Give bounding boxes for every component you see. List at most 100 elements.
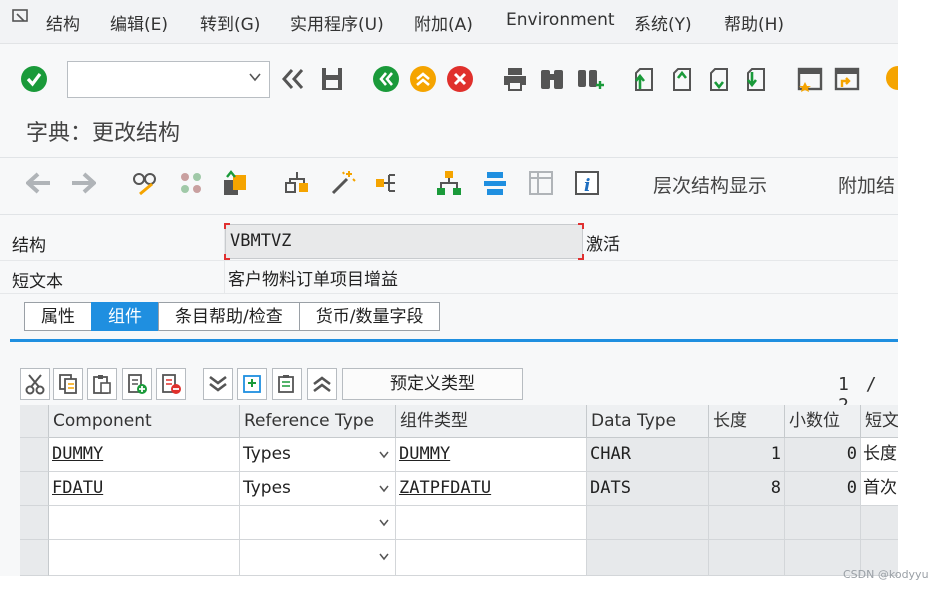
hierarchy-display-button[interactable]: 层次结构显示 (653, 171, 767, 198)
next-page-icon[interactable] (704, 64, 734, 94)
menu-structure[interactable]: 结构 (46, 10, 80, 35)
command-field[interactable] (67, 61, 270, 98)
where-used-icon[interactable] (282, 168, 312, 198)
command-input[interactable] (68, 62, 238, 97)
chevron-down-icon[interactable] (379, 519, 389, 527)
cut-icon[interactable] (20, 368, 50, 400)
column-header-short-text[interactable]: 短文 (861, 405, 898, 438)
menu-bar: 结构 编辑(E) 转到(G) 实用程序(U) 附加(A) Environment… (0, 0, 898, 44)
enter-icon[interactable] (19, 64, 49, 94)
activate-icon[interactable] (220, 168, 250, 198)
predefined-type-button[interactable]: 预定义类型 (342, 368, 523, 400)
sap-window: 结构 编辑(E) 转到(G) 实用程序(U) 附加(A) Environment… (0, 0, 898, 576)
cell-component[interactable] (49, 506, 240, 540)
cancel-icon[interactable] (445, 64, 475, 94)
cell-component[interactable] (49, 540, 240, 576)
menu-goto[interactable]: 转到(G) (200, 10, 260, 35)
delete-row-icon[interactable] (156, 368, 186, 400)
shortcut-icon[interactable] (832, 64, 862, 94)
select-table-icon[interactable] (272, 368, 302, 400)
menu-icon[interactable] (12, 9, 30, 25)
cell-short-text[interactable]: 长度 (861, 438, 898, 472)
create-session-icon[interactable] (795, 64, 825, 94)
technical-settings-icon[interactable] (480, 168, 510, 198)
paste-icon[interactable] (87, 368, 117, 400)
cell-short-text[interactable]: 首次 (861, 472, 898, 506)
cell-reference-type[interactable]: Types (240, 472, 396, 506)
tab-entry-help-check[interactable]: 条目帮助/检查 (158, 302, 299, 331)
save-icon[interactable] (317, 64, 347, 94)
column-header-component-type[interactable]: 组件类型 (396, 405, 587, 438)
menu-utilities[interactable]: 实用程序(U) (290, 10, 384, 35)
cell-component[interactable]: FDATU (49, 472, 240, 506)
arrow-right-icon[interactable] (68, 168, 98, 198)
row-selector[interactable] (20, 506, 49, 540)
back-double-icon[interactable] (278, 64, 308, 94)
cell-component-type[interactable]: ZATPFDATU (396, 472, 587, 506)
first-page-icon[interactable] (629, 64, 659, 94)
short-text-field[interactable]: 客户物料订单项目增益 (228, 265, 398, 290)
structure-label: 结构 (12, 236, 46, 256)
column-header-data-type[interactable]: Data Type (587, 405, 709, 438)
menu-environment[interactable]: Environment (506, 10, 615, 30)
display-change-icon[interactable] (130, 168, 160, 198)
column-header-length[interactable]: 长度 (709, 405, 785, 438)
previous-page-icon[interactable] (667, 64, 697, 94)
magic-wand-icon[interactable] (328, 168, 358, 198)
cell-reference-type[interactable] (240, 540, 396, 576)
cell-component-type[interactable] (396, 506, 587, 540)
column-header-component[interactable]: Component (49, 405, 240, 438)
row-selector[interactable] (20, 472, 49, 506)
copy-icon[interactable] (53, 368, 83, 400)
find-icon[interactable] (537, 64, 567, 94)
structure-field: VBMTVZ (224, 223, 584, 260)
tab-attributes[interactable]: 属性 (24, 302, 91, 331)
include-structure-icon[interactable] (237, 368, 267, 400)
tab-components[interactable]: 组件 (91, 302, 158, 331)
hierarchy-icon[interactable] (434, 168, 464, 198)
chevron-down-icon[interactable] (249, 71, 261, 83)
divider (0, 157, 898, 158)
cell-data-type (587, 540, 709, 576)
menu-extras[interactable]: 附加(A) (414, 10, 473, 35)
last-page-icon[interactable] (741, 64, 771, 94)
field-corner (224, 223, 230, 229)
arrow-left-icon[interactable] (24, 168, 54, 198)
column-header-reference-type[interactable]: Reference Type (240, 405, 396, 438)
chevron-down-icon[interactable] (379, 451, 389, 459)
menu-edit[interactable]: 编辑(E) (110, 10, 168, 35)
menu-system[interactable]: 系统(Y) (634, 10, 692, 35)
chevron-down-icon[interactable] (379, 553, 389, 561)
tab-underline (10, 339, 898, 342)
cell-component-type[interactable] (396, 540, 587, 576)
watermark: CSDN @kodyyu (843, 568, 929, 581)
chevron-down-icon[interactable] (379, 485, 389, 493)
insert-row-icon[interactable] (122, 368, 152, 400)
cell-reference-type[interactable] (240, 506, 396, 540)
menu-help[interactable]: 帮助(H) (724, 10, 784, 35)
expand-all-icon[interactable] (203, 368, 233, 400)
cell-short-text[interactable] (861, 506, 898, 540)
exit-icon[interactable] (408, 64, 438, 94)
cell-component-type[interactable]: DUMMY (396, 438, 587, 472)
collapse-all-icon[interactable] (307, 368, 337, 400)
tab-currency-quantity-fields[interactable]: 货币/数量字段 (298, 302, 441, 331)
append-structure-button[interactable]: 附加结 (838, 171, 895, 198)
tab-strip: 属性 组件 条目帮助/检查 货币/数量字段 (24, 302, 441, 331)
print-icon[interactable] (500, 64, 530, 94)
cell-decimals (785, 506, 861, 540)
column-header-decimals[interactable]: 小数位 (785, 405, 861, 438)
back-icon[interactable] (371, 64, 401, 94)
select-all-cell[interactable] (20, 405, 49, 438)
find-next-icon[interactable] (575, 64, 605, 94)
table-view-icon[interactable] (526, 168, 556, 198)
row-selector[interactable] (20, 438, 49, 472)
info-icon[interactable]: i (572, 168, 602, 198)
row-selector[interactable] (20, 540, 49, 576)
other-object-icon[interactable] (176, 168, 206, 198)
cell-reference-type[interactable]: Types (240, 438, 396, 472)
cell-data-type: DATS (587, 472, 709, 506)
navigation-tree-icon[interactable] (372, 168, 402, 198)
cell-length (709, 506, 785, 540)
cell-component[interactable]: DUMMY (49, 438, 240, 472)
